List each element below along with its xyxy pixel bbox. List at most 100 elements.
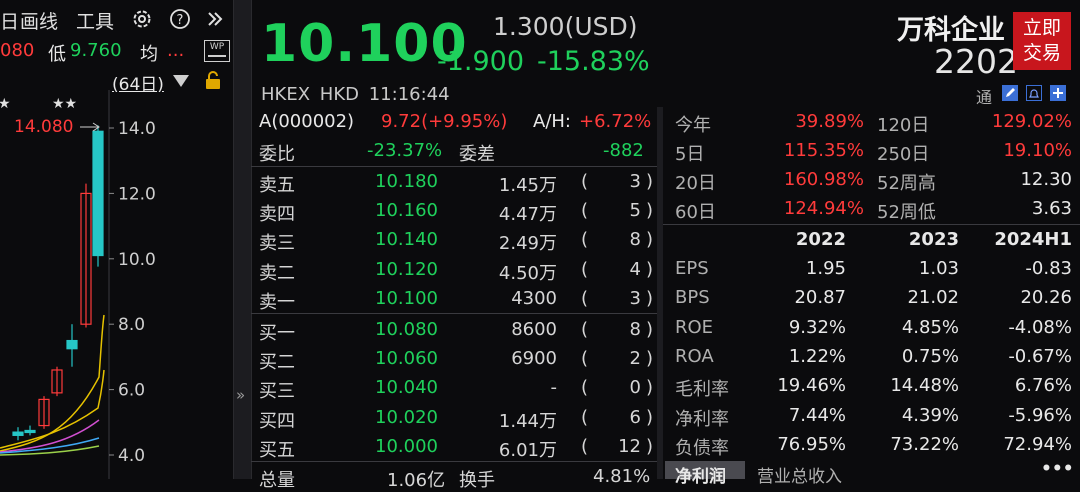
svg-text:?: ? bbox=[177, 13, 184, 28]
high-marker-label: 14.080 bbox=[14, 117, 73, 137]
chart-price-summary: 080 低 9.760 均 ... WP bbox=[0, 40, 233, 66]
bid-level-volume: 1.44万 bbox=[498, 410, 557, 432]
ask-level-row[interactable]: 卖四 10.160 4.47万 (5) bbox=[251, 196, 657, 225]
financial-row: ROE 9.32% 4.85% -4.08% bbox=[663, 313, 1080, 342]
quote-header: 10.100 1.300(USD) -1.900 -15.83% 万科企业 22… bbox=[251, 0, 1080, 107]
ask-level-label: 卖一 bbox=[259, 291, 295, 313]
ask-level-label: 卖四 bbox=[259, 204, 295, 226]
bid-level-label: 买五 bbox=[259, 439, 295, 461]
gear-icon[interactable] bbox=[130, 7, 154, 31]
bid-level-row[interactable]: 买五 10.000 6.01万 (12) bbox=[251, 432, 657, 461]
ah-premium-value: +6.72% bbox=[579, 111, 652, 132]
ask-level-close-paren: ) bbox=[645, 258, 653, 280]
double-chevron-right-icon[interactable] bbox=[203, 7, 227, 31]
perf-label: 5日 bbox=[675, 144, 705, 165]
tools-button[interactable]: 工具 bbox=[76, 7, 114, 34]
ask-level-volume: 4.50万 bbox=[498, 262, 557, 284]
more-icon[interactable]: ••• bbox=[1041, 459, 1074, 479]
panel-collapse-strip[interactable]: » bbox=[233, 0, 252, 479]
financial-value: 76.95% bbox=[777, 433, 846, 455]
bid-level-row[interactable]: 买三 10.040 - (0) bbox=[251, 373, 657, 402]
ask-level-row[interactable]: 卖三 10.140 2.49万 (8) bbox=[251, 225, 657, 254]
turnover-value: 4.81% bbox=[593, 466, 651, 487]
ask-level-volume: 2.49万 bbox=[498, 233, 557, 255]
bid-level-close-paren: ) bbox=[645, 406, 653, 428]
period-tab-partial[interactable]: 日 bbox=[0, 7, 19, 34]
bid-level-count: 12 bbox=[618, 435, 641, 457]
financial-label: 负债率 bbox=[675, 437, 729, 459]
weicha-value: -882 bbox=[603, 140, 644, 161]
bid-level-close-paren: ) bbox=[645, 435, 653, 457]
chart-toolbar: 日 画线 工具 ? bbox=[0, 0, 233, 36]
perf-label: 20日 bbox=[675, 173, 716, 194]
perf-value: 160.98% bbox=[783, 169, 864, 190]
bid-level-row[interactable]: 买二 10.060 6900 (2) bbox=[251, 344, 657, 373]
candlestick-chart[interactable]: 14.012.010.08.06.04.0★ ★★14.080 bbox=[0, 90, 233, 479]
volume-row: 总量 1.06亿 换手 4.81% bbox=[251, 462, 657, 491]
financial-value: 19.46% bbox=[777, 375, 846, 397]
ask-level-close-paren: ) bbox=[645, 200, 653, 222]
a-share-label: A(000002) bbox=[259, 111, 355, 132]
financial-value: 1.03 bbox=[918, 258, 959, 279]
wp-badge[interactable]: WP bbox=[204, 40, 230, 62]
total-volume-label: 总量 bbox=[259, 470, 295, 491]
add-icon[interactable] bbox=[1050, 85, 1066, 101]
trade-now-button[interactable]: 立即 交易 bbox=[1013, 12, 1071, 70]
ask-level-row[interactable]: 卖二 10.120 4.50万 (4) bbox=[251, 255, 657, 284]
ask-level-price: 10.140 bbox=[375, 229, 438, 251]
currency-label: HKD bbox=[319, 84, 359, 105]
year-col-1: 2022 bbox=[795, 229, 846, 250]
total-volume-value: 1.06亿 bbox=[387, 470, 446, 491]
financial-value: 20.87 bbox=[794, 287, 846, 309]
tab-revenue[interactable]: 营业总收入 bbox=[757, 462, 842, 487]
draw-lines-button[interactable]: 画线 bbox=[20, 7, 58, 34]
ask-level-count: 3 bbox=[629, 287, 641, 309]
perf-label: 250日 bbox=[877, 144, 930, 165]
financial-value: 7.44% bbox=[788, 404, 846, 426]
ask-level-open-paren: ( bbox=[581, 200, 589, 222]
financial-value: 0.75% bbox=[901, 345, 959, 367]
tab-net-profit[interactable]: 净利润 bbox=[665, 461, 745, 487]
exchange-label: HKEX bbox=[261, 84, 311, 105]
perf-value: 12.30 bbox=[1020, 169, 1072, 190]
edit-icon[interactable] bbox=[1002, 85, 1018, 101]
avg-value: ... bbox=[167, 40, 185, 61]
ask-level-price: 10.180 bbox=[375, 171, 438, 192]
weibi-label: 委比 bbox=[259, 144, 295, 165]
bid-level-count: 6 bbox=[629, 406, 641, 428]
ask-level-count: 3 bbox=[629, 171, 641, 192]
ask-level-volume: 4.47万 bbox=[498, 204, 557, 226]
perf-value: 3.63 bbox=[1031, 198, 1072, 219]
ask-level-label: 卖二 bbox=[259, 262, 295, 284]
perf-value: 19.10% bbox=[1003, 140, 1072, 161]
weibi-value: -23.37% bbox=[367, 140, 443, 161]
market-meta: HKEX HKD 11:16:44 bbox=[261, 84, 450, 105]
price-change: -1.900 bbox=[437, 46, 525, 77]
bid-level-open-paren: ( bbox=[581, 348, 589, 370]
perf-label: 120日 bbox=[877, 115, 930, 136]
tong-label[interactable]: 通 bbox=[976, 84, 992, 108]
year-col-2: 2023 bbox=[908, 229, 959, 250]
candle-body bbox=[66, 339, 78, 350]
ask-level-close-paren: ) bbox=[645, 287, 653, 309]
financial-value: -4.08% bbox=[1008, 316, 1072, 338]
collapse-chevron-icon[interactable]: » bbox=[236, 386, 245, 404]
bid-level-count: 2 bbox=[629, 348, 641, 370]
bid-level-row[interactable]: 买四 10.020 1.44万 (6) bbox=[251, 403, 657, 432]
candle-body bbox=[12, 431, 24, 436]
bell-icon[interactable] bbox=[1026, 85, 1042, 101]
candle-body bbox=[24, 429, 36, 434]
weibi-row: 委比 -23.37% 委差 -882 bbox=[251, 136, 657, 165]
financial-label: ROE bbox=[675, 316, 714, 338]
ask-level-row[interactable]: 卖一 10.100 4300 (3) bbox=[251, 284, 657, 313]
help-icon[interactable]: ? bbox=[168, 7, 192, 31]
y-tick-label: 10.0 bbox=[118, 250, 156, 270]
perf-value: 115.35% bbox=[783, 140, 864, 161]
financial-label: BPS bbox=[675, 287, 710, 309]
trade-button-line1: 立即 bbox=[1022, 17, 1061, 39]
ask-level-row[interactable]: 卖五 10.180 1.45万 (3) bbox=[251, 167, 657, 196]
financial-value: 4.39% bbox=[901, 404, 959, 426]
year-col-3: 2024H1 bbox=[994, 229, 1072, 250]
bid-level-row[interactable]: 买一 10.080 8600 (8) bbox=[251, 315, 657, 344]
ask-level-open-paren: ( bbox=[581, 229, 589, 251]
